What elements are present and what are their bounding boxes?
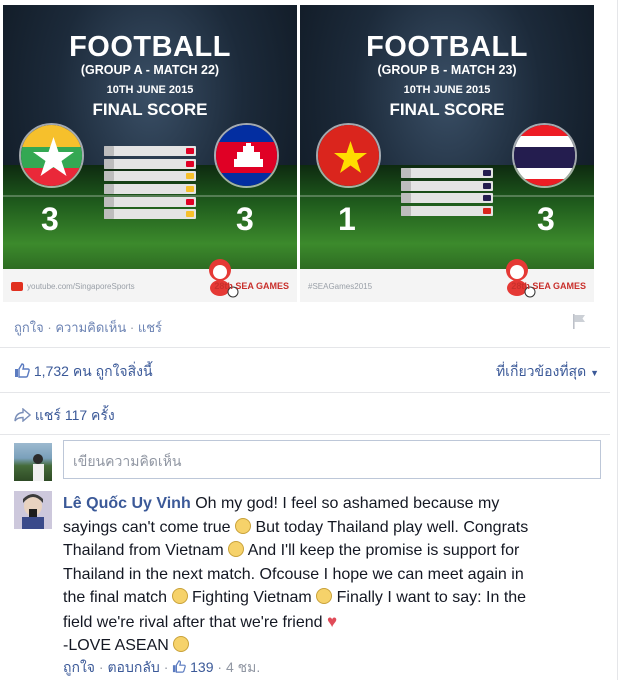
card-footer-text: #SEAGames2015 (308, 282, 373, 291)
right-score: 3 (537, 201, 555, 237)
card-date: 10TH JUNE 2015 (403, 84, 491, 96)
comment-like-link[interactable]: ถูกใจ (63, 659, 95, 675)
smiley-icon (171, 588, 188, 604)
comment-line: Oh my god! I feel so ashamed because my (195, 495, 500, 512)
right-score: 3 (236, 201, 254, 237)
scorer-row (401, 180, 493, 191)
comment-author[interactable]: Lê Quốc Uy Vinh (63, 495, 191, 512)
comment-likes[interactable]: 139 (172, 659, 217, 675)
report-flag-icon[interactable] (571, 313, 587, 329)
comment-likes-count: 139 (190, 659, 214, 675)
smiley-icon (228, 541, 245, 557)
caret-down-icon: ▼ (590, 368, 599, 378)
smiley-icon (173, 636, 190, 652)
card-date: 10TH JUNE 2015 (106, 84, 194, 96)
sea-games-logo: 28th SEA GAMES (511, 281, 586, 291)
comment-link[interactable]: ความคิดเห็น (55, 320, 126, 335)
share-link[interactable]: แชร์ (138, 320, 162, 335)
comment-input[interactable]: เขียนความคิดเห็น (63, 440, 601, 479)
like-link[interactable]: ถูกใจ (14, 320, 44, 335)
current-user-avatar[interactable] (14, 443, 52, 481)
thailand-flag-icon (512, 123, 577, 188)
scorer-row (401, 168, 493, 178)
comment-line: -LOVE ASEAN (63, 637, 169, 654)
comment-line: the final match (63, 589, 168, 606)
card-group: (GROUP A - MATCH 22) (80, 63, 220, 77)
shares-summary[interactable]: แชร์ 117 ครั้ง (14, 405, 115, 427)
vietnam-flag-icon (316, 123, 381, 188)
scorers-list (104, 146, 196, 222)
card-title: FOOTBALL (366, 31, 528, 63)
comment-meta: ถูกใจ · ตอบกลับ · 139 · 4 ชม. (63, 657, 260, 679)
scorer-row (401, 206, 493, 217)
scorer-row (104, 196, 196, 207)
thumbs-up-icon (14, 363, 34, 379)
post-images[interactable]: FOOTBALL (GROUP A - MATCH 22) 10TH JUNE … (3, 5, 594, 302)
scorer-row (104, 184, 196, 195)
card-title: FOOTBALL (69, 31, 231, 63)
score-card-group-b[interactable]: FOOTBALL (GROUP B - MATCH 23) 10TH JUNE … (300, 5, 594, 302)
score-card-group-a[interactable]: FOOTBALL (GROUP A - MATCH 22) 10TH JUNE … (3, 5, 297, 302)
separator: · (98, 659, 104, 675)
separator: · (217, 659, 223, 675)
smiley-icon (235, 517, 252, 534)
separator: · (47, 320, 52, 335)
cambodia-flag-icon (214, 123, 279, 188)
scorer-row (104, 171, 196, 182)
comment-line: Finally I want to say: In the (336, 589, 527, 606)
final-score-label: FINAL SCORE (389, 100, 505, 119)
comment-line: And I'll keep the promise is support for (247, 542, 520, 559)
thumbs-up-icon (172, 659, 190, 675)
left-score: 3 (41, 201, 59, 237)
shares-text: แชร์ 117 ครั้ง (34, 407, 115, 423)
card-footer-text: youtube.com/SingaporeSports (11, 282, 135, 291)
divider (0, 347, 610, 348)
comment-line: field we're rival after that we're frien… (63, 613, 323, 631)
card-group: (GROUP B - MATCH 23) (377, 63, 517, 77)
separator: · (129, 320, 135, 335)
youtube-icon (11, 282, 23, 291)
scorer-row (401, 193, 493, 204)
comment-line: Fighting Vietnam (191, 589, 312, 606)
final-score-label: FINAL SCORE (92, 100, 208, 119)
heart-icon: ♥ (327, 611, 338, 631)
post-actions: ถูกใจ · ความคิดเห็น · แชร์ (14, 317, 162, 338)
comment-reply-link[interactable]: ตอบกลับ (107, 659, 159, 675)
comment-time[interactable]: 4 ชม. (226, 659, 260, 675)
likes-summary: 1,732 คน ถูกใจสิ่งนี้ (14, 361, 153, 383)
avatar[interactable] (14, 491, 52, 529)
sort-label: ที่เกี่ยวข้องที่สุด (495, 363, 587, 379)
scorer-row (104, 209, 196, 220)
scorer-row (104, 158, 196, 169)
separator: · (163, 659, 169, 675)
scorer-row (104, 146, 196, 156)
comment-line: Thailand from Vietnam (63, 542, 224, 559)
sea-games-logo: 28th SEA GAMES (214, 281, 289, 291)
left-score: 1 (338, 201, 356, 237)
facebook-post: FOOTBALL (GROUP A - MATCH 22) 10TH JUNE … (0, 0, 618, 680)
divider (0, 392, 610, 393)
mascot-icon (201, 256, 239, 298)
divider (0, 434, 610, 435)
comment-text: Lê Quốc Uy Vinh Oh my god! I feel so ash… (63, 492, 588, 658)
share-arrow-icon (14, 407, 35, 423)
comment-line: sayings can't come true (63, 518, 231, 536)
comment-line: Thailand in the next match. Ofcouse I ho… (63, 565, 524, 583)
likes-text[interactable]: ถูกใจสิ่งนี้ (96, 363, 153, 379)
comment-line: But today Thailand play well. Congrats (255, 518, 529, 536)
mascot-icon (498, 256, 536, 298)
smiley-icon (316, 588, 333, 604)
likes-count[interactable]: 1,732 คน (34, 363, 92, 379)
sort-dropdown[interactable]: ที่เกี่ยวข้องที่สุด ▼ (496, 361, 599, 383)
scorers-list (401, 168, 493, 219)
myanmar-flag-icon (19, 123, 84, 188)
